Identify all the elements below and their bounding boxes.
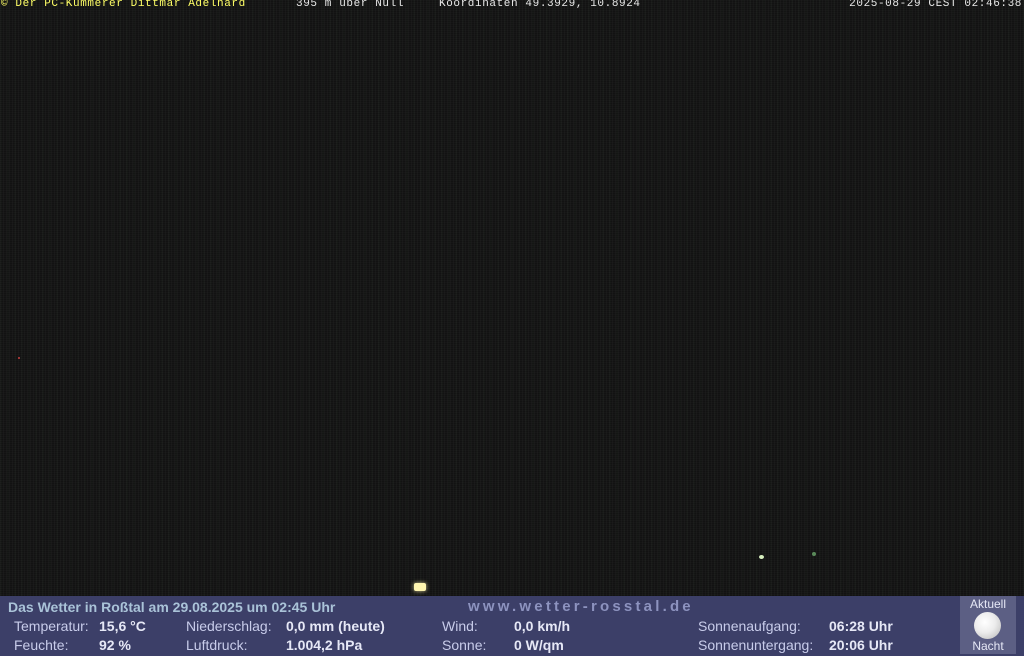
precip-value: 0,0 mm (heute) bbox=[286, 618, 385, 634]
sunrise-value: 06:28 Uhr bbox=[829, 618, 893, 634]
wind-value: 0,0 km/h bbox=[514, 618, 571, 634]
weather-title: Das Wetter in Roßtal am 29.08.2025 um 02… bbox=[8, 599, 336, 615]
timestamp-text: 2025-08-29 CEST 02:46:38 bbox=[849, 0, 1022, 10]
precip-label: Niederschlag: bbox=[186, 618, 272, 634]
pressure-value: 1.004,2 hPa bbox=[286, 637, 363, 653]
humidity-label: Feuchte: bbox=[14, 637, 69, 653]
sunset-label: Sonnenuntergang: bbox=[698, 637, 814, 653]
moon-night-label: Nacht bbox=[972, 639, 1004, 653]
light-spot bbox=[18, 357, 20, 359]
pressure-label: Luftdruck: bbox=[186, 637, 248, 653]
light-spot bbox=[812, 552, 816, 556]
weather-panel: Das Wetter in Roßtal am 29.08.2025 um 02… bbox=[0, 596, 1024, 656]
temperature-value: 15,6 °C bbox=[99, 618, 146, 634]
wind-label: Wind: bbox=[442, 618, 478, 634]
moon-current-label: Aktuell bbox=[969, 597, 1007, 611]
light-spot bbox=[414, 583, 426, 591]
humidity-value: 92 % bbox=[99, 637, 131, 653]
website-text: www.wetter-rosstal.de bbox=[468, 598, 694, 615]
sun-value: 0 W/qm bbox=[514, 637, 564, 653]
camera-overlay-bar: © Der PC-Kümmerer Dittmar Adelhard 395 m… bbox=[0, 0, 1024, 11]
sunset-value: 20:06 Uhr bbox=[829, 637, 893, 653]
webcam-image bbox=[0, 0, 1024, 596]
light-spot bbox=[759, 555, 764, 559]
copyright-text: © Der PC-Kümmerer Dittmar Adelhard bbox=[1, 0, 246, 10]
sun-label: Sonne: bbox=[442, 637, 487, 653]
temperature-label: Temperatur: bbox=[14, 618, 89, 634]
altitude-text: 395 m über Null bbox=[296, 0, 405, 10]
sunrise-label: Sonnenaufgang: bbox=[698, 618, 801, 634]
coordinates-text: Koordinaten 49.3929, 10.8924 bbox=[439, 0, 641, 10]
moon-phase-box: Aktuell Nacht bbox=[960, 596, 1016, 654]
moon-icon bbox=[974, 612, 1001, 639]
